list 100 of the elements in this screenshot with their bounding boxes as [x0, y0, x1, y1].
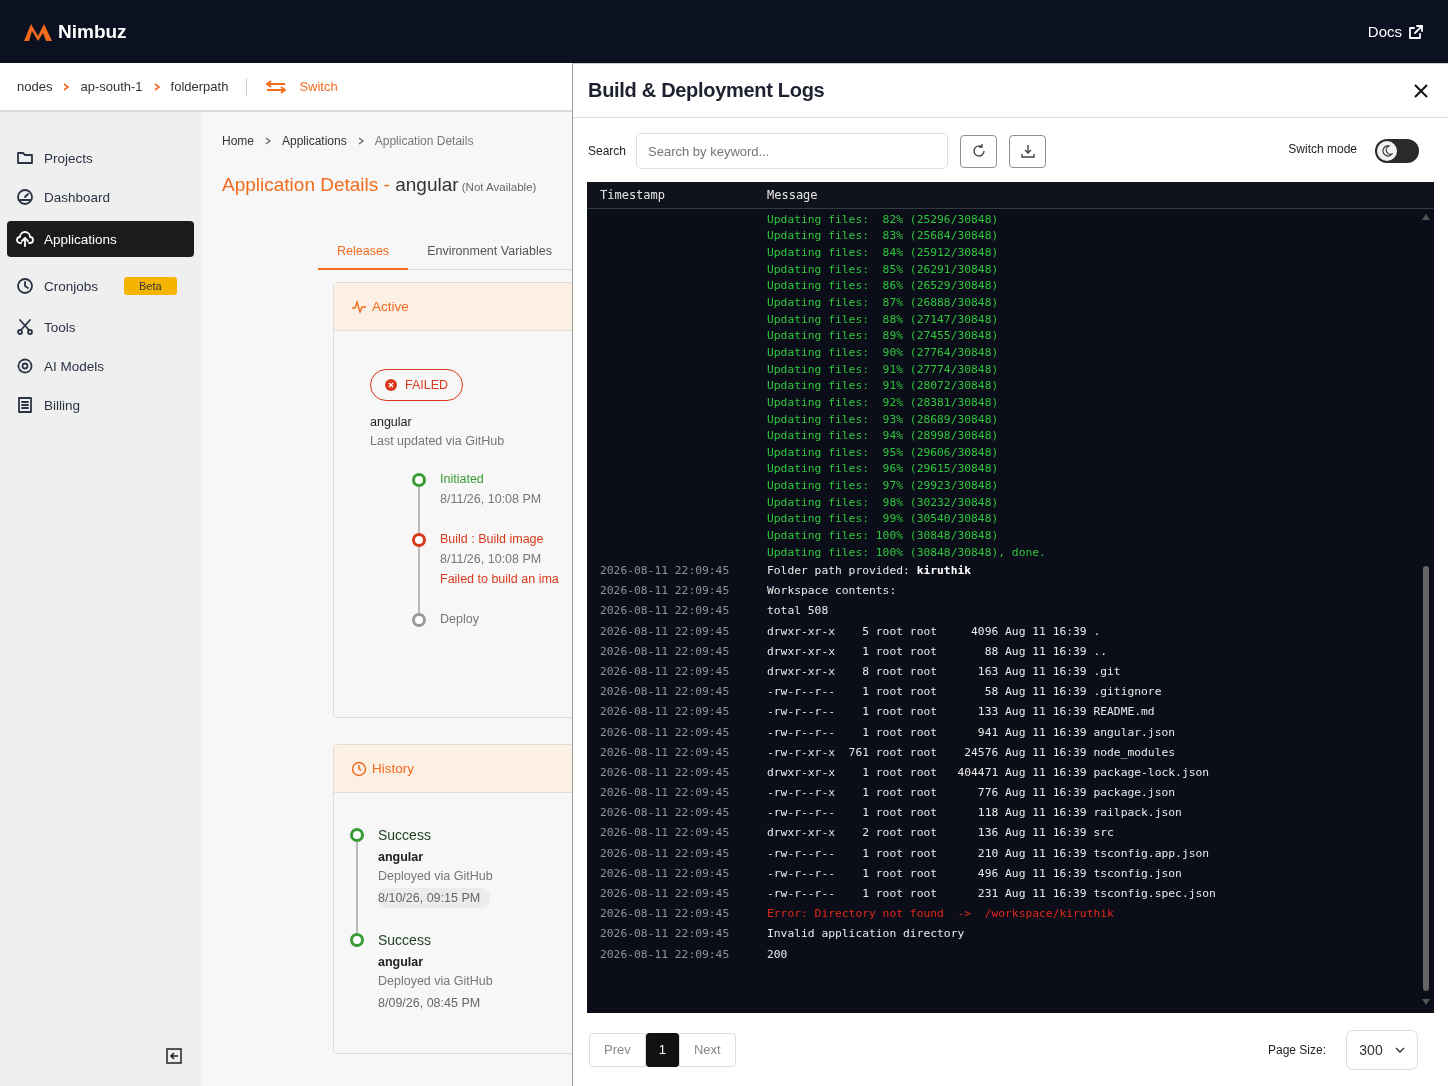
log-timestamp: 2026-08-11 22:09:45 [600, 866, 730, 880]
external-link-icon [1408, 23, 1424, 40]
sidebar-item[interactable]: Billing [7, 387, 194, 423]
log-message: Updating files: 91% (28072/30848) [767, 379, 999, 393]
log-message: Updating files: 91% (27774/30848) [767, 362, 999, 376]
log-timestamp: 2026-08-11 22:09:45 [600, 887, 730, 901]
card-title: History [372, 761, 414, 776]
cloud-upload-icon [16, 230, 34, 248]
app-name-label: angular [370, 415, 413, 429]
log-message: Updating files: 97% (29923/30848) [767, 479, 999, 493]
source-text: Last updated via GitHub [370, 434, 506, 448]
history-dot [350, 828, 364, 842]
path-link[interactable]: nodes [17, 79, 53, 94]
log-timestamp: 2026-08-11 22:09:45 [600, 745, 730, 759]
log-message: 200 [767, 947, 788, 961]
step-title: Deploy [440, 612, 479, 626]
source-text: Deployed via GitHub [378, 974, 493, 988]
error-icon [385, 379, 397, 391]
chevron-icon [152, 81, 161, 92]
collapse-button[interactable] [164, 1046, 184, 1066]
log-message: Error: Directory not found -> /workspace/kiruthik [767, 907, 1114, 921]
close-icon [1413, 82, 1429, 99]
pulse-icon [351, 299, 367, 314]
log-timestamp: 2026-08-11 22:09:45 [600, 705, 730, 719]
sidebar-item[interactable]: AI Models [7, 348, 194, 384]
log-timestamp: 2026-08-11 22:09:45 [600, 927, 730, 941]
log-timestamp: 2026-08-11 22:09:45 [600, 947, 730, 961]
step-time: 8/11/26, 10:08 PM [440, 492, 542, 506]
log-message: Updating files: 88% (27147/30848) [767, 312, 999, 326]
sidebar-item[interactable]: Applications [7, 221, 194, 257]
page-size-select[interactable]: 300 [1346, 1029, 1418, 1070]
log-message: Updating files: 89% (27455/30848) [767, 329, 999, 343]
gauge-icon [16, 188, 34, 206]
clock-icon [351, 760, 367, 777]
log-message: Updating files: 93% (28689/30848) [767, 412, 999, 426]
log-message: Updating files: 100% (30848/30848), done. [767, 545, 1046, 559]
list-icon [16, 396, 34, 414]
chevron-icon [62, 81, 71, 92]
docs-link[interactable]: Docs [1367, 23, 1424, 40]
column-header: Message [767, 188, 818, 202]
refresh-icon [970, 143, 987, 159]
log-timestamp: 2026-08-11 22:09:45 [600, 685, 730, 699]
log-timestamp: 2026-08-11 22:09:45 [600, 765, 730, 779]
beta-badge: Beta [124, 277, 177, 295]
breadcrumb-link[interactable]: Home [222, 134, 254, 148]
step-time: 8/11/26, 10:08 PM [440, 552, 543, 566]
log-timestamp: 2026-08-11 22:09:45 [600, 725, 730, 739]
mode-toggle[interactable] [1375, 139, 1419, 163]
page-button[interactable]: 1 [645, 1032, 679, 1067]
log-message: -rw-r--r-- 1 root root 231 Aug 11 16:39 tsconfig.spec.json [767, 887, 1216, 901]
error-message: Failed to build an ima [440, 572, 559, 586]
log-timestamp: 2026-08-11 22:09:45 [600, 786, 730, 800]
scissors-icon [16, 318, 34, 336]
refresh-button[interactable] [960, 134, 998, 168]
log-message: -rw-r-xr-x 761 root root 24576 Aug 11 16:39 node_modules [767, 745, 1176, 759]
history-dot [350, 933, 364, 947]
history-status: Success [378, 827, 432, 843]
log-message: Updating files: 85% (26291/30848) [767, 262, 999, 276]
log-message: -rw-r--r-- 1 root root 210 Aug 11 16:39 tsconfig.app.json [767, 846, 1210, 860]
search-label: Search [588, 144, 627, 158]
app-name-label: angular [378, 850, 425, 864]
log-timestamp: 2026-08-11 22:09:45 [600, 644, 730, 658]
log-message: drwxr-xr-x 2 root root 136 Aug 11 16:39 src [767, 826, 1114, 840]
download-button[interactable] [1009, 134, 1047, 168]
log-message: total 508 [767, 604, 829, 618]
log-message: Updating files: 94% (28998/30848) [767, 429, 999, 443]
path-link[interactable]: ap-south-1 [80, 79, 143, 94]
search-field[interactable]: Search by keyword... [636, 133, 949, 169]
log-timestamp: 2026-08-11 22:09:45 [600, 665, 730, 678]
tab[interactable]: Environment Variables [408, 236, 571, 269]
log-message: Folder path provided: kiruthik [767, 564, 972, 578]
log-message: drwxr-xr-x 1 root root 404471 Aug 11 16:39 package-lock.json [767, 765, 1210, 779]
log-message: Updating files: 83% (25684/30848) [767, 229, 999, 243]
column-header: Timestamp [599, 188, 667, 202]
log-message: Updating files: 87% (26888/30848) [767, 296, 999, 309]
page-title: Application Details - angular (Not Available) [222, 174, 538, 196]
step-dot [412, 473, 426, 487]
collapse-icon [166, 1048, 182, 1064]
log-message: drwxr-xr-x 8 root root 163 Aug 11 16:39 .git [767, 665, 1121, 678]
sidebar-item[interactable]: Tools [7, 309, 194, 345]
log-message: Updating files: 82% (25296/30848) [767, 212, 999, 226]
sidebar-item[interactable]: Projects [7, 140, 194, 176]
log-message: -rw-r--r-- 1 root root 941 Aug 11 16:39 angular.json [767, 725, 1176, 739]
history-time: 8/10/26, 09:15 PM [378, 888, 491, 908]
chevron-icon [356, 136, 365, 146]
log-message: drwxr-xr-x 1 root root 88 Aug 11 16:39 .. [767, 644, 1108, 658]
chevron-icon [264, 136, 272, 146]
step-dot [412, 533, 426, 547]
log-message: Updating files: 100% (30848/30848) [767, 529, 999, 542]
folder-icon [16, 149, 34, 167]
sidebar-item[interactable]: Cronjobs Beta [7, 266, 194, 306]
breadcrumb-link[interactable]: Applications [282, 134, 347, 148]
path-link[interactable]: folderpath [170, 79, 229, 94]
app-name: Nimbuz [58, 20, 127, 43]
sidebar-item[interactable]: Dashboard [7, 179, 194, 215]
log-message: Updating files: 92% (28381/30848) [767, 395, 999, 409]
history-status: Success [378, 932, 432, 948]
step-title: Initiated [440, 472, 485, 486]
prev-button[interactable]: Prev [589, 1032, 646, 1067]
next-button[interactable]: Next [678, 1032, 736, 1067]
